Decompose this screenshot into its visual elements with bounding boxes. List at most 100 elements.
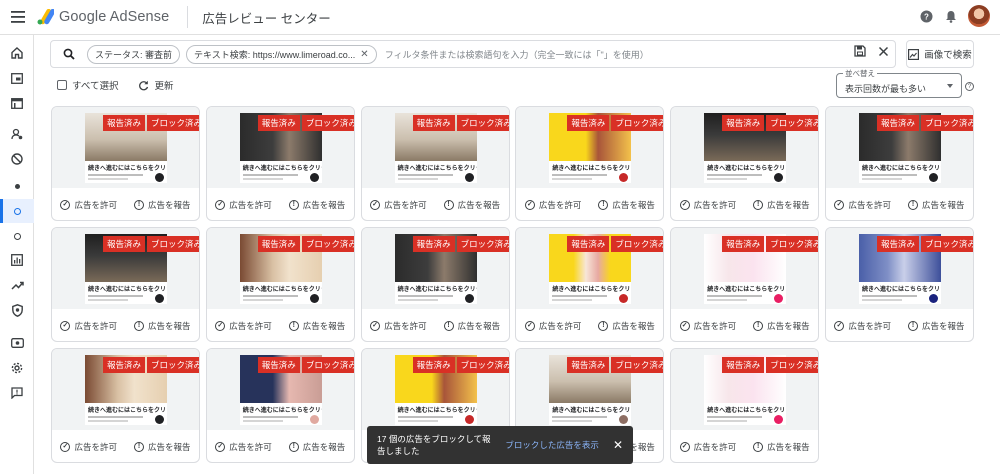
ad-preview-area[interactable]: 続きへ進むにはこちらをクリック 報告済み ブロック済み xyxy=(516,228,664,309)
ad-card[interactable]: 続きへ進むにはこちらをクリック 報告済み ブロック済み ✓ 広告を許可 ! 広 xyxy=(825,227,974,342)
select-all-checkbox[interactable]: すべて選択 xyxy=(57,78,118,92)
allow-ad-button[interactable]: ✓ 広告を許可 xyxy=(524,199,581,211)
ad-preview-area[interactable]: 続きへ進むにはこちらをクリック 報告済み ブロック済み xyxy=(826,228,973,309)
help-icon[interactable]: ? xyxy=(918,8,934,24)
ad-go-button-icon xyxy=(155,294,164,303)
ad-preview-area[interactable]: 続きへ進むにはこちらをクリック 報告済み ブロック済み xyxy=(671,107,819,188)
report-ad-button[interactable]: ! 広告を報告 xyxy=(443,199,500,211)
ad-card[interactable]: 続きへ進むにはこちらをクリック 報告済み ブロック済み ✓ 広告を許可 ! 広 xyxy=(51,106,200,221)
ad-preview-area[interactable]: 続きへ進むにはこちらをクリック 報告済み ブロック済み xyxy=(206,107,354,188)
ad-card[interactable]: 続きへ進むにはこちらをクリック 報告済み ブロック済み ✓ 広告を許可 ! 広 xyxy=(360,227,510,342)
alert-circle-icon: ! xyxy=(133,200,144,210)
notifications-bell-icon[interactable] xyxy=(943,8,959,24)
report-ad-button[interactable]: ! 広告を報告 xyxy=(133,441,191,453)
allow-ad-button[interactable]: ✓ 広告を許可 xyxy=(60,320,117,332)
ad-card[interactable]: 続きへ進むにはこちらをクリック 報告済み ブロック済み ✓ 広告を許可 ! 広 xyxy=(515,227,665,342)
save-filter-icon[interactable] xyxy=(854,45,866,60)
ad-card[interactable]: 続きへ進むにはこちらをクリック 報告済み ブロック済み ✓ 広告を許可 ! 広 xyxy=(670,106,820,221)
blocking-sub-nav-dot[interactable] xyxy=(0,174,34,198)
allow-ad-button[interactable]: ✓ 広告を許可 xyxy=(215,441,272,453)
sort-help-icon[interactable]: ? xyxy=(965,82,974,91)
refresh-button[interactable]: 更新 xyxy=(138,78,173,92)
allow-ad-button[interactable]: ✓ 広告を許可 xyxy=(60,199,117,211)
settings-gear-icon[interactable] xyxy=(0,356,34,380)
alert-circle-icon: ! xyxy=(598,321,609,331)
ad-card[interactable]: 続きへ進むにはこちらをクリック 報告済み ブロック済み ✓ 広告を許可 ! 広 xyxy=(825,106,974,221)
report-ad-button[interactable]: ! 広告を報告 xyxy=(907,199,965,211)
snackbar-close-icon[interactable]: ✕ xyxy=(613,438,623,452)
report-ad-button[interactable]: ! 広告を報告 xyxy=(907,320,965,332)
ad-preview-area[interactable]: 続きへ進むにはこちらをクリック 報告済み ブロック済み xyxy=(52,349,199,430)
ad-card[interactable]: 続きへ進むにはこちらをクリック 報告済み ブロック済み ✓ 広告を許可 ! 広 xyxy=(670,227,820,342)
allow-ad-button[interactable]: ✓ 広告を許可 xyxy=(370,320,427,332)
main-menu-button[interactable] xyxy=(0,0,35,35)
ad-preview-area[interactable]: 続きへ進むにはこちらをクリック 報告済み ブロック済み xyxy=(52,228,199,309)
ad-subtext-line xyxy=(88,416,143,418)
clear-filter-close-icon[interactable] xyxy=(878,46,889,60)
report-ad-button[interactable]: ! 広告を報告 xyxy=(443,320,500,332)
ad-card[interactable]: 続きへ進むにはこちらをクリック 報告済み ブロック済み ✓ 広告を許可 ! 広 xyxy=(205,348,355,463)
reports-nav-icon[interactable] xyxy=(0,248,34,272)
feedback-nav-icon[interactable] xyxy=(0,381,34,405)
optimization-nav-icon[interactable] xyxy=(0,273,34,297)
adsense-logo[interactable]: Google AdSense xyxy=(37,9,169,25)
remove-chip-close-icon[interactable]: ✕ xyxy=(360,49,368,60)
ad-preview-area[interactable]: 続きへ進むにはこちらをクリック 報告済み ブロック済み xyxy=(516,107,664,188)
search-icon[interactable] xyxy=(51,48,87,60)
ad-card[interactable]: 続きへ進むにはこちらをクリック 報告済み ブロック済み ✓ 広告を許可 ! 広 xyxy=(670,348,820,463)
allow-ad-button[interactable]: ✓ 広告を許可 xyxy=(215,199,272,211)
blocking-sub-nav-ring[interactable] xyxy=(0,224,34,248)
report-ad-button[interactable]: ! 広告を報告 xyxy=(753,320,810,332)
sort-select[interactable]: 並べ替え 表示回数が最も多い xyxy=(836,68,962,98)
ad-card[interactable]: 続きへ進むにはこちらをクリック 報告済み ブロック済み ✓ 広告を許可 ! 広 xyxy=(205,227,355,342)
ad-preview-area[interactable]: 続きへ進むにはこちらをクリック 報告済み ブロック済み xyxy=(361,228,509,309)
ad-card[interactable]: 続きへ進むにはこちらをクリック 報告済み ブロック済み ✓ 広告を許可 ! 広 xyxy=(515,106,665,221)
report-ad-button[interactable]: ! 広告を報告 xyxy=(288,441,345,453)
allow-ad-button[interactable]: ✓ 広告を許可 xyxy=(834,320,891,332)
ad-preview-area[interactable]: 続きへ進むにはこちらをクリック 報告済み ブロック済み xyxy=(671,228,819,309)
report-ad-button[interactable]: ! 広告を報告 xyxy=(288,320,345,332)
allow-ad-button[interactable]: ✓ 広告を許可 xyxy=(679,199,736,211)
home-nav-icon[interactable] xyxy=(0,41,34,65)
text-search-filter-chip[interactable]: テキスト検索: https://www.limeroad.co... ✕ xyxy=(186,44,377,64)
payments-nav-icon[interactable] xyxy=(0,331,34,355)
sites-nav-icon[interactable] xyxy=(0,91,34,115)
allow-ad-button[interactable]: ✓ 広告を許可 xyxy=(679,320,736,332)
blocked-badge: ブロック済み xyxy=(456,236,509,252)
ad-card[interactable]: 続きへ進むにはこちらをクリック 報告済み ブロック済み ✓ 広告を許可 ! 広 xyxy=(205,106,355,221)
ad-preview-area[interactable]: 続きへ進むにはこちらをクリック 報告済み ブロック済み xyxy=(361,349,509,430)
report-ad-button[interactable]: ! 広告を報告 xyxy=(753,441,810,453)
ad-preview-area[interactable]: 続きへ進むにはこちらをクリック 報告済み ブロック済み xyxy=(206,349,354,430)
privacy-messaging-nav-icon[interactable] xyxy=(0,122,34,146)
report-ad-button[interactable]: ! 広告を報告 xyxy=(753,199,810,211)
blocking-controls-nav-icon[interactable] xyxy=(0,147,34,171)
ad-preview-area[interactable]: 続きへ進むにはこちらをクリック 報告済み ブロック済み xyxy=(826,107,973,188)
allow-ad-button[interactable]: ✓ 広告を許可 xyxy=(370,199,427,211)
ad-preview-area[interactable]: 続きへ進むにはこちらをクリック 報告済み ブロック済み xyxy=(671,349,819,430)
image-search-button[interactable]: 画像で検索 xyxy=(906,40,974,68)
ads-nav-icon[interactable] xyxy=(0,66,34,90)
allow-ad-button[interactable]: ✓ 広告を許可 xyxy=(215,320,272,332)
ad-preview-area[interactable]: 続きへ進むにはこちらをクリック 報告済み ブロック済み xyxy=(206,228,354,309)
status-filter-chip[interactable]: ステータス: 審査前 xyxy=(87,44,181,64)
ad-preview-area[interactable]: 続きへ進むにはこちらをクリック 報告済み ブロック済み xyxy=(52,107,199,188)
allow-ad-button[interactable]: ✓ 広告を許可 xyxy=(679,441,736,453)
allow-ad-button[interactable]: ✓ 広告を許可 xyxy=(524,320,581,332)
ad-preview-area[interactable]: 続きへ進むにはこちらをクリック 報告済み ブロック済み xyxy=(516,349,664,430)
ad-preview-area[interactable]: 続きへ進むにはこちらをクリック 報告済み ブロック済み xyxy=(361,107,509,188)
report-ad-button[interactable]: ! 広告を報告 xyxy=(133,199,191,211)
ad-card[interactable]: 続きへ進むにはこちらをクリック 報告済み ブロック済み ✓ 広告を許可 ! 広 xyxy=(360,106,510,221)
report-ad-button[interactable]: ! 広告を報告 xyxy=(288,199,345,211)
report-ad-button[interactable]: ! 広告を報告 xyxy=(598,320,655,332)
ad-card[interactable]: 続きへ進むにはこちらをクリック 報告済み ブロック済み ✓ 広告を許可 ! 広 xyxy=(51,348,200,463)
ad-review-center-nav-item[interactable] xyxy=(0,199,34,223)
account-avatar[interactable] xyxy=(968,5,990,27)
filter-search-input[interactable]: フィルタ条件または検索語句を入力（完全一致には「"」を使用） xyxy=(385,48,649,61)
report-ad-button[interactable]: ! 広告を報告 xyxy=(598,199,655,211)
view-blocked-ads-link[interactable]: ブロックした広告を表示 xyxy=(505,439,599,451)
ad-card[interactable]: 続きへ進むにはこちらをクリック 報告済み ブロック済み ✓ 広告を許可 ! 広 xyxy=(51,227,200,342)
report-ad-button[interactable]: ! 広告を報告 xyxy=(133,320,191,332)
policy-center-nav-icon[interactable] xyxy=(0,298,34,322)
allow-ad-button[interactable]: ✓ 広告を許可 xyxy=(60,441,117,453)
allow-ad-button[interactable]: ✓ 広告を許可 xyxy=(834,199,891,211)
